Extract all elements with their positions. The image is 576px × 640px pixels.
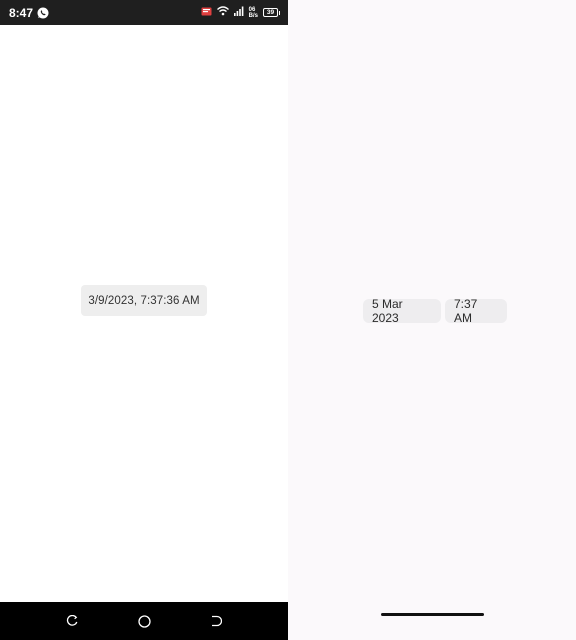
whatsapp-icon [37,7,49,19]
comparison-canvas: 8:47 06 B/s 39 3/9/2023, 7:37:36 AM 5 Ma… [0,0,576,640]
navigation-bar [0,602,288,640]
wifi-icon [216,6,229,19]
home-indicator[interactable] [381,613,484,616]
ios-datetime-pickers: 5 Mar 2023 7:37 AM [363,297,507,325]
home-icon[interactable] [137,614,151,628]
time-picker-button[interactable]: 7:37 AM [445,297,507,325]
datetime-picker-button[interactable]: 3/9/2023, 7:37:36 AM [81,285,207,316]
signal-icon [233,6,244,19]
status-left: 8:47 [9,6,49,20]
recent-apps-icon[interactable] [65,614,79,628]
ios-screen: 5 Mar 2023 7:37 AM [288,0,576,640]
network-speed-unit: B/s [248,12,258,19]
android-content: 3/9/2023, 7:37:36 AM [0,25,288,602]
cast-icon [201,7,212,19]
battery-icon: 39 [263,8,280,17]
status-right: 06 B/s 39 [201,6,280,19]
network-speed-icon: 06 B/s [249,7,258,19]
date-picker-button[interactable]: 5 Mar 2023 [363,297,441,325]
battery-level: 39 [263,8,278,17]
status-time: 8:47 [9,5,34,20]
back-icon[interactable] [209,614,223,628]
android-screen: 8:47 06 B/s 39 3/9/2023, 7:37:36 AM [0,0,288,640]
status-bar: 8:47 06 B/s 39 [0,0,288,25]
